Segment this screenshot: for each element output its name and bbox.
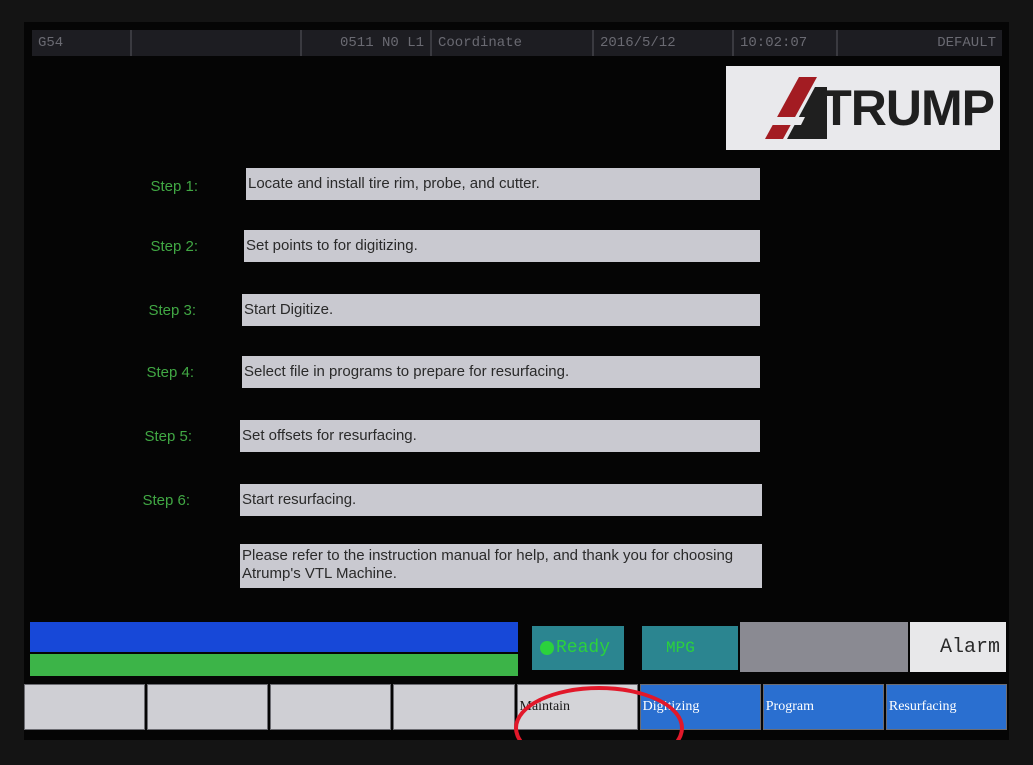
step-2-field: Set points to for digitizing. — [244, 230, 760, 262]
program-button[interactable]: Program — [762, 684, 884, 730]
softkey-row: Maintain Digitizing Program Resurfacing — [24, 684, 1009, 730]
step-4-label: Step 4: — [146, 364, 194, 381]
alarm-indicator[interactable]: Alarm — [910, 622, 1006, 672]
mpg-mode-indicator: MPG — [642, 626, 738, 670]
help-note: Please refer to the instruction manual f… — [240, 544, 762, 588]
digitizing-button[interactable]: Digitizing — [639, 684, 761, 730]
step-2-label: Step 2: — [150, 238, 198, 255]
top-status-bar: G54 0511 N0 L1 Coordinate 2016/5/12 10:0… — [32, 30, 1002, 56]
ready-label: Ready — [556, 638, 611, 658]
softkey-2[interactable] — [147, 684, 269, 730]
resurfacing-button[interactable]: Resurfacing — [885, 684, 1007, 730]
step-6-label: Step 6: — [142, 492, 190, 509]
time-readout: 10:02:07 — [734, 30, 838, 56]
step-5-field: Set offsets for resurfacing. — [240, 420, 760, 452]
status-bar-green — [30, 654, 518, 676]
softkey-1[interactable] — [24, 684, 146, 730]
step-6-field: Start resurfacing. — [240, 484, 762, 516]
control-screen: G54 0511 N0 L1 Coordinate 2016/5/12 10:0… — [24, 22, 1009, 740]
step-4-field: Select file in programs to prepare for r… — [242, 356, 760, 388]
logo-wordmark: TRUMP — [821, 80, 995, 136]
coordinate-mode-readout: Coordinate — [432, 30, 594, 56]
step-5-label: Step 5: — [144, 428, 192, 445]
maintain-button[interactable]: Maintain — [516, 684, 638, 730]
empty-status-slot — [740, 622, 908, 672]
status-blank-cell — [132, 30, 302, 56]
date-readout: 2016/5/12 — [594, 30, 734, 56]
softkey-3[interactable] — [270, 684, 392, 730]
step-1-label: Step 1: — [150, 178, 198, 195]
softkey-4[interactable] — [393, 684, 515, 730]
profile-readout: DEFAULT — [937, 35, 996, 51]
status-bar-blue — [30, 622, 518, 652]
step-1-field: Locate and install tire rim, probe, and … — [246, 168, 760, 200]
step-3-label: Step 3: — [148, 302, 196, 319]
work-offset-readout: G54 — [32, 30, 132, 56]
atrump-logo: TRUMP — [726, 66, 1000, 150]
logo-a-mark-icon — [765, 77, 828, 139]
program-block-readout: 0511 N0 L1 — [302, 30, 432, 56]
ready-indicator: Ready — [532, 626, 624, 670]
step-3-field: Start Digitize. — [242, 294, 760, 326]
monitor-bezel: G54 0511 N0 L1 Coordinate 2016/5/12 10:0… — [0, 0, 1033, 765]
ready-dot-icon — [540, 641, 554, 655]
